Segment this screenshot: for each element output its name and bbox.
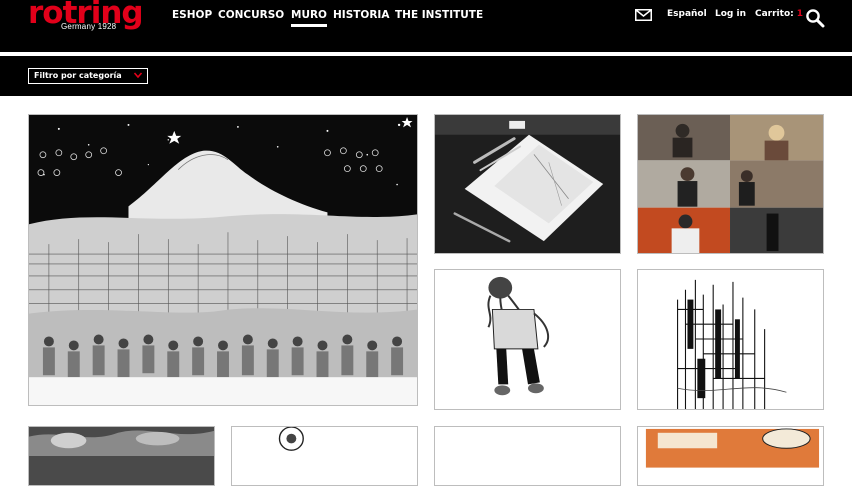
gallery-tile-octopus-figure-drawing[interactable] (434, 269, 621, 410)
nav-item-the-institute[interactable]: THE INSTITUTE (395, 9, 483, 21)
language-link[interactable]: Español (667, 9, 707, 19)
gallery-tile-artists-collage-photo[interactable] (637, 114, 824, 254)
gallery-tile-mountain-village-illustration[interactable] (28, 114, 418, 406)
cart-link[interactable]: Carrito: 1 (755, 9, 803, 19)
gallery-tile-bottom-4-sunday-poster[interactable] (637, 426, 824, 486)
nav-item-historia[interactable]: HISTORIA (333, 9, 389, 21)
gallery-tile-notebook-pens-photo[interactable] (434, 114, 621, 254)
artwork-image (435, 427, 620, 485)
photo-collage (638, 115, 823, 253)
nav-item-muro[interactable]: MURO (291, 9, 327, 27)
product-photo (435, 115, 620, 253)
artwork-image (29, 115, 417, 405)
filter-bar: Filtro por categoría (0, 56, 852, 96)
logo-subtitle: Germany 1928 (61, 22, 117, 31)
cart-label: Carrito: (755, 9, 794, 19)
rotring-logo[interactable]: rotring Germany 1928 (28, 0, 148, 36)
artwork-image (638, 270, 823, 409)
gallery-tile-bottom-2[interactable] (231, 426, 418, 486)
mail-icon[interactable] (635, 9, 652, 21)
artwork-image (29, 427, 214, 485)
artwork-image (638, 427, 823, 485)
login-link[interactable]: Log in (715, 9, 746, 19)
category-filter-label: Filtro por categoría (34, 71, 122, 80)
header-bar: rotring Germany 1928 ESHOP CONCURSO MURO… (0, 0, 852, 52)
artwork-image (232, 427, 417, 485)
gallery-tile-bottom-1[interactable] (28, 426, 215, 486)
gallery-tile-ink-buildings-sketch[interactable] (637, 269, 824, 410)
cart-count: 1 (796, 9, 803, 19)
nav-item-concurso[interactable]: CONCURSO (218, 9, 284, 21)
category-filter-select[interactable]: Filtro por categoría (28, 68, 148, 84)
nav-item-eshop[interactable]: ESHOP (172, 9, 212, 21)
artwork-image (435, 270, 620, 409)
search-icon[interactable] (805, 8, 825, 28)
chevron-down-icon (133, 72, 143, 79)
gallery-tile-bottom-3[interactable] (434, 426, 621, 486)
